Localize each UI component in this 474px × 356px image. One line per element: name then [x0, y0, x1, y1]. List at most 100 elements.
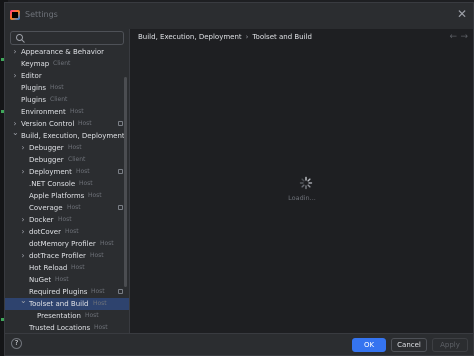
search-box[interactable] — [10, 31, 124, 45]
breadcrumb-item[interactable]: Build, Execution, Deployment — [138, 33, 242, 41]
chevron-right-icon[interactable]: › — [20, 214, 26, 226]
chevron-down-icon[interactable]: ⌄ — [12, 127, 19, 139]
project-level-icon — [118, 205, 123, 210]
settings-content: Build, Execution, Deployment › Toolset and… — [129, 29, 473, 333]
back-arrow-icon[interactable]: ← — [449, 32, 457, 42]
project-level-icon — [118, 289, 123, 294]
tree-item[interactable]: Presentation Host — [5, 310, 129, 322]
tree-item-label: Deployment — [29, 168, 72, 176]
chevron-right-icon[interactable]: › — [20, 142, 26, 154]
scope-hint: Client — [53, 60, 71, 67]
title-bar[interactable]: Settings ✕ — [5, 3, 473, 29]
tree-item-label: Appearance & Behavior — [21, 48, 105, 56]
window-title: Settings — [25, 10, 58, 19]
tree-item[interactable]: Apple Platforms Host — [5, 190, 129, 202]
scope-hint: Host — [91, 288, 105, 295]
search-icon — [16, 34, 25, 43]
project-level-icon — [118, 121, 123, 126]
scope-hint: Host — [65, 228, 79, 235]
tree-item[interactable]: › Docker Host — [5, 214, 129, 226]
tree-item-label: Docker — [29, 216, 54, 224]
scope-hint: Host — [78, 120, 92, 127]
tree-item-label: dotTrace Profiler — [29, 252, 86, 260]
settings-tree: › Appearance & Behavior Keymap Client › Edito… — [5, 46, 129, 334]
tree-item[interactable]: Plugins Host — [5, 82, 129, 94]
scope-hint: Host — [50, 84, 64, 91]
scope-hint: Host — [100, 240, 114, 247]
tree-item-label: Plugins — [21, 84, 47, 92]
sidebar-scrollbar[interactable] — [124, 77, 127, 287]
project-level-icon — [118, 169, 123, 174]
tree-item[interactable]: ⌄ Toolset and Build Host — [5, 295, 129, 310]
loading-spinner-icon — [299, 176, 313, 190]
tree-item-label: Required Plugins — [29, 288, 88, 296]
tree-item-label: Plugins — [21, 96, 47, 104]
tree-item-label: Debugger — [29, 144, 64, 152]
tree-item-label: Toolset and Build — [29, 300, 89, 308]
tree-item-label: Apple Platforms — [29, 192, 85, 200]
tree-item[interactable]: › dotTrace Profiler Host — [5, 250, 129, 262]
search-input[interactable] — [27, 32, 121, 44]
breadcrumb-item: Toolset and Build — [252, 33, 312, 41]
chevron-right-icon: › — [245, 33, 249, 41]
tree-item[interactable]: › Version Control Host — [5, 118, 129, 130]
tree-item-label: dotCover — [29, 228, 61, 236]
chevron-right-icon[interactable]: › — [20, 166, 26, 178]
tree-item-label: Editor — [21, 72, 42, 80]
app-logo-icon — [10, 10, 20, 20]
tree-item-label: dotMemory Profiler — [29, 240, 96, 248]
tree-item-label: Debugger — [29, 156, 64, 164]
scope-hint: Host — [58, 216, 72, 223]
tree-item-label: Build, Execution, Deployment — [21, 132, 125, 140]
chevron-right-icon[interactable]: › — [20, 250, 26, 262]
tree-item[interactable]: Plugins Client — [5, 94, 129, 106]
apply-button[interactable]: Apply — [432, 338, 468, 352]
tree-item[interactable]: › Debugger Host — [5, 142, 129, 154]
tree-item[interactable]: .NET Console Host — [5, 178, 129, 190]
scope-hint: Client — [68, 156, 86, 163]
tree-item[interactable]: ⌄ Build, Execution, Deployment — [5, 127, 129, 142]
ok-button[interactable]: OK — [352, 338, 386, 352]
scope-hint: Host — [90, 252, 104, 259]
scope-hint: Host — [68, 144, 82, 151]
tree-item-label: Hot Reload — [29, 264, 68, 272]
chevron-down-icon[interactable]: ⌄ — [20, 295, 27, 307]
tree-item[interactable]: › Appearance & Behavior — [5, 46, 129, 58]
chevron-right-icon[interactable]: › — [12, 46, 18, 58]
scope-hint: Host — [76, 168, 90, 175]
tree-item[interactable]: Environment Host — [5, 106, 129, 118]
scope-hint: Host — [93, 300, 107, 307]
tree-item[interactable]: Debugger Client — [5, 154, 129, 166]
tree-item-label: Environment — [21, 108, 66, 116]
tree-item-label: Coverage — [29, 204, 63, 212]
chevron-right-icon[interactable]: › — [20, 226, 26, 238]
breadcrumb: Build, Execution, Deployment › Toolset and… — [138, 33, 312, 41]
scope-hint: Host — [85, 312, 99, 319]
loading-text: Loadin... — [288, 194, 316, 202]
tree-item-label: Keymap — [21, 60, 50, 68]
tree-item[interactable]: › Editor — [5, 70, 129, 82]
tree-item[interactable]: NuGet Host — [5, 274, 129, 286]
tree-item[interactable]: › Deployment Host — [5, 166, 129, 178]
settings-dialog: Settings ✕ › Appearance & Behavior Keymap C… — [4, 2, 474, 356]
close-icon[interactable]: ✕ — [457, 7, 467, 21]
tree-item-label: .NET Console — [29, 180, 76, 188]
scope-hint: Host — [70, 108, 84, 115]
tree-item[interactable]: dotMemory Profiler Host — [5, 238, 129, 250]
chevron-right-icon[interactable]: › — [12, 70, 18, 82]
scope-hint: Host — [71, 264, 85, 271]
help-button[interactable]: ? — [11, 338, 22, 349]
scope-hint: Host — [88, 192, 102, 199]
settings-sidebar: › Appearance & Behavior Keymap Client › Edito… — [5, 29, 129, 333]
dialog-footer: ? OK Cancel Apply — [5, 333, 473, 355]
tree-item[interactable]: Coverage Host — [5, 202, 129, 214]
forward-arrow-icon[interactable]: → — [460, 32, 468, 42]
scope-hint: Client — [50, 96, 68, 103]
tree-item-label: Version Control — [21, 120, 75, 128]
tree-item[interactable]: Keymap Client — [5, 58, 129, 70]
tree-item[interactable]: Hot Reload Host — [5, 262, 129, 274]
tree-item[interactable]: › dotCover Host — [5, 226, 129, 238]
scope-hint: Host — [79, 180, 93, 187]
scope-hint: Host — [55, 276, 69, 283]
cancel-button[interactable]: Cancel — [391, 338, 427, 352]
